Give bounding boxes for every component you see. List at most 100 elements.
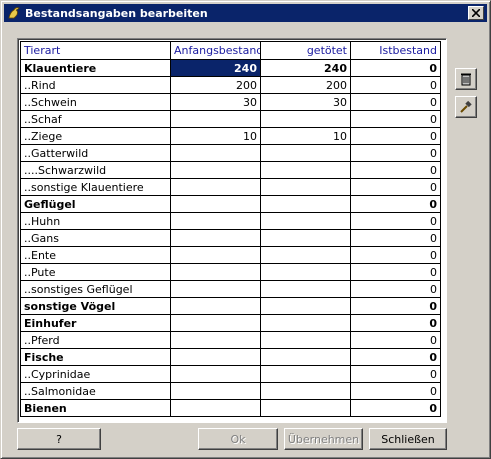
title-bar[interactable]: Bestandsangaben bearbeiten bbox=[4, 4, 487, 22]
cell-istbestand[interactable]: 0 bbox=[350, 76, 441, 94]
cell-getoetet[interactable]: 240 bbox=[260, 59, 351, 77]
cell-istbestand[interactable]: 0 bbox=[350, 127, 441, 145]
table-row[interactable]: ..Rind 200 200 0 bbox=[20, 76, 441, 94]
column-header-istbestand[interactable]: Istbestand bbox=[350, 41, 441, 60]
cell-anfangsbestand[interactable]: 200 bbox=[170, 76, 261, 94]
edit-button[interactable] bbox=[455, 96, 477, 118]
cell-anfangsbestand[interactable] bbox=[170, 229, 261, 247]
cell-istbestand[interactable]: 0 bbox=[350, 212, 441, 230]
column-header-anfangsbestand[interactable]: Anfangsbestand bbox=[170, 41, 261, 60]
cell-istbestand[interactable]: 0 bbox=[350, 280, 441, 298]
cell-getoetet[interactable] bbox=[260, 331, 351, 349]
cell-getoetet[interactable] bbox=[260, 195, 351, 213]
delete-button[interactable] bbox=[455, 68, 477, 90]
cell-istbestand[interactable]: 0 bbox=[350, 93, 441, 111]
cell-anfangsbestand[interactable] bbox=[170, 348, 261, 366]
table-row[interactable]: ..Gans 0 bbox=[20, 229, 441, 247]
cell-getoetet[interactable] bbox=[260, 365, 351, 383]
apply-button[interactable]: Übernehmen bbox=[284, 428, 363, 450]
cell-getoetet[interactable] bbox=[260, 144, 351, 162]
cell-getoetet[interactable] bbox=[260, 382, 351, 400]
cell-istbestand[interactable]: 0 bbox=[350, 348, 441, 366]
cell-anfangsbestand[interactable] bbox=[170, 144, 261, 162]
column-header-tierart[interactable]: Tierart bbox=[20, 41, 171, 60]
cell-anfangsbestand[interactable] bbox=[170, 263, 261, 281]
cell-getoetet[interactable] bbox=[260, 212, 351, 230]
cell-anfangsbestand[interactable] bbox=[170, 314, 261, 332]
cell-getoetet[interactable]: 200 bbox=[260, 76, 351, 94]
table-row[interactable]: Einhufer 0 bbox=[20, 314, 441, 332]
stock-grid[interactable]: Tierart Anfangsbestand getötet Istbestan… bbox=[17, 38, 447, 423]
cell-istbestand[interactable]: 0 bbox=[350, 229, 441, 247]
cell-anfangsbestand[interactable] bbox=[170, 195, 261, 213]
cell-istbestand[interactable]: 0 bbox=[350, 297, 441, 315]
cell-istbestand[interactable]: 0 bbox=[350, 399, 441, 417]
cell-istbestand[interactable]: 0 bbox=[350, 382, 441, 400]
close-window-button[interactable] bbox=[468, 6, 484, 20]
cell-anfangsbestand[interactable]: 30 bbox=[170, 93, 261, 111]
cell-getoetet[interactable] bbox=[260, 280, 351, 298]
cell-getoetet[interactable]: 10 bbox=[260, 127, 351, 145]
table-row[interactable]: Bienen 0 bbox=[20, 399, 441, 417]
table-row[interactable]: ..Schwein 30 30 0 bbox=[20, 93, 441, 111]
cell-anfangsbestand[interactable] bbox=[170, 246, 261, 264]
cell-anfangsbestand[interactable] bbox=[170, 212, 261, 230]
cell-anfangsbestand[interactable] bbox=[170, 365, 261, 383]
cell-istbestand[interactable]: 0 bbox=[350, 144, 441, 162]
table-row[interactable]: ....Schwarzwild 0 bbox=[20, 161, 441, 179]
cell-istbestand[interactable]: 0 bbox=[350, 263, 441, 281]
cell-tierart: ..Gatterwild bbox=[20, 144, 171, 162]
cell-anfangsbestand[interactable] bbox=[170, 399, 261, 417]
table-row[interactable]: ..Huhn 0 bbox=[20, 212, 441, 230]
help-button[interactable]: ? bbox=[17, 428, 101, 450]
table-row[interactable]: sonstige Vögel 0 bbox=[20, 297, 441, 315]
cell-anfangsbestand[interactable] bbox=[170, 297, 261, 315]
cell-istbestand[interactable]: 0 bbox=[350, 246, 441, 264]
table-row[interactable]: Klauentiere 240 240 0 bbox=[20, 59, 441, 77]
table-row[interactable]: ..Ziege 10 10 0 bbox=[20, 127, 441, 145]
table-row[interactable]: Fische 0 bbox=[20, 348, 441, 366]
table-row[interactable]: ..Schaf 0 bbox=[20, 110, 441, 128]
cell-istbestand[interactable]: 0 bbox=[350, 331, 441, 349]
table-row[interactable]: ..sonstige Klauentiere 0 bbox=[20, 178, 441, 196]
table-row[interactable]: ..Salmonidae 0 bbox=[20, 382, 441, 400]
cell-anfangsbestand[interactable] bbox=[170, 178, 261, 196]
column-header-getoetet[interactable]: getötet bbox=[260, 41, 351, 60]
cell-anfangsbestand[interactable]: 240 bbox=[170, 59, 261, 77]
cell-getoetet[interactable] bbox=[260, 161, 351, 179]
cell-getoetet[interactable] bbox=[260, 246, 351, 264]
cell-anfangsbestand[interactable] bbox=[170, 331, 261, 349]
close-button[interactable]: Schließen bbox=[369, 428, 447, 450]
cell-istbestand[interactable]: 0 bbox=[350, 195, 441, 213]
cell-getoetet[interactable] bbox=[260, 110, 351, 128]
table-row[interactable]: ..Ente 0 bbox=[20, 246, 441, 264]
cell-getoetet[interactable]: 30 bbox=[260, 93, 351, 111]
cell-getoetet[interactable] bbox=[260, 314, 351, 332]
cell-anfangsbestand[interactable]: 10 bbox=[170, 127, 261, 145]
table-row[interactable]: ..Pute 0 bbox=[20, 263, 441, 281]
cell-anfangsbestand[interactable] bbox=[170, 382, 261, 400]
cell-anfangsbestand[interactable] bbox=[170, 280, 261, 298]
cell-istbestand[interactable]: 0 bbox=[350, 110, 441, 128]
cell-tierart: Geflügel bbox=[20, 195, 171, 213]
cell-istbestand[interactable]: 0 bbox=[350, 365, 441, 383]
cell-anfangsbestand[interactable] bbox=[170, 110, 261, 128]
cell-getoetet[interactable] bbox=[260, 348, 351, 366]
table-row[interactable]: ..Cyprinidae 0 bbox=[20, 365, 441, 383]
cell-getoetet[interactable] bbox=[260, 229, 351, 247]
table-row[interactable]: Geflügel 0 bbox=[20, 195, 441, 213]
cell-tierart: Fische bbox=[20, 348, 171, 366]
cell-istbestand[interactable]: 0 bbox=[350, 178, 441, 196]
cell-getoetet[interactable] bbox=[260, 399, 351, 417]
cell-anfangsbestand[interactable] bbox=[170, 161, 261, 179]
cell-istbestand[interactable]: 0 bbox=[350, 161, 441, 179]
cell-istbestand[interactable]: 0 bbox=[350, 59, 441, 77]
cell-istbestand[interactable]: 0 bbox=[350, 314, 441, 332]
cell-getoetet[interactable] bbox=[260, 297, 351, 315]
ok-button[interactable]: Ok bbox=[198, 428, 278, 450]
table-row[interactable]: ..Pferd 0 bbox=[20, 331, 441, 349]
table-row[interactable]: ..sonstiges Geflügel 0 bbox=[20, 280, 441, 298]
cell-getoetet[interactable] bbox=[260, 263, 351, 281]
table-row[interactable]: ..Gatterwild 0 bbox=[20, 144, 441, 162]
cell-getoetet[interactable] bbox=[260, 178, 351, 196]
